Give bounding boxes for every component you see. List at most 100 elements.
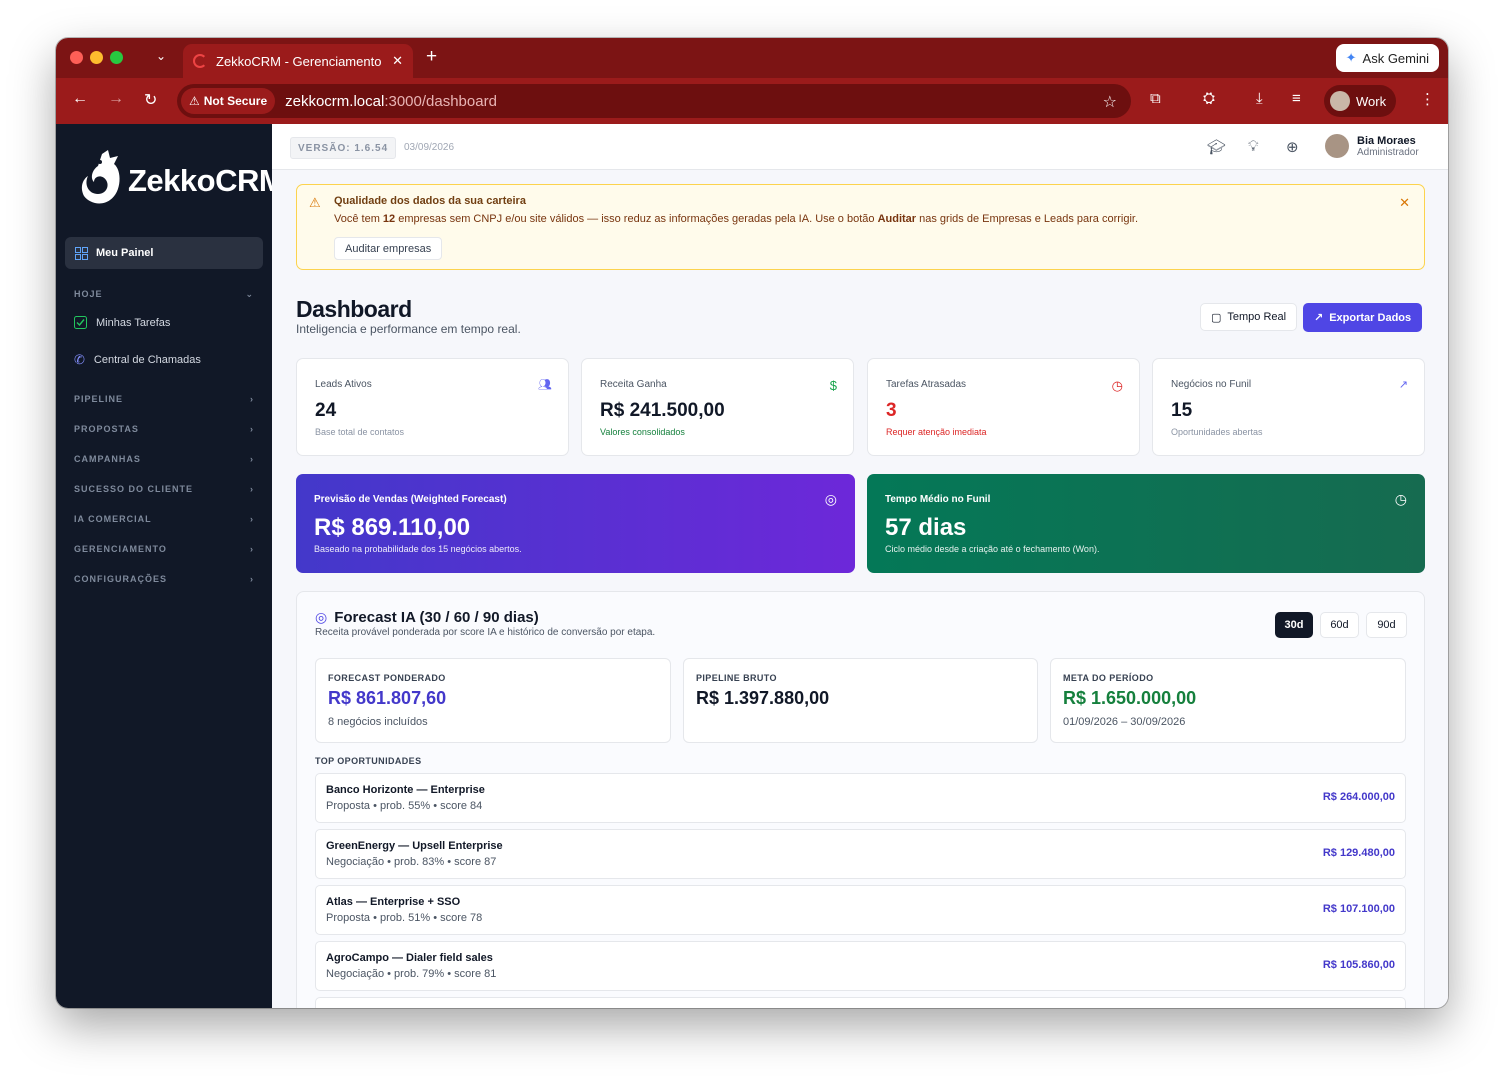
metric-label: PIPELINE BRUTO xyxy=(696,673,777,683)
section-label: GERENCIAMENTO xyxy=(74,544,167,554)
period-tab-90d[interactable]: 90d xyxy=(1366,612,1407,638)
export-data-button[interactable]: ↗ Exportar Dados xyxy=(1303,303,1423,332)
list-item[interactable] xyxy=(315,997,1406,1008)
new-tab-button[interactable]: + xyxy=(426,46,437,68)
opportunity-value: R$ 107.100,00 xyxy=(1322,903,1395,915)
forward-button[interactable]: → xyxy=(108,90,124,108)
list-item[interactable]: Atlas — Enterprise + SSO Proposta • prob… xyxy=(315,885,1406,935)
app-topbar: VERSÃO: 1.6.54 03/09/2026 🎓︎ 💡︎ ⊕ Bia Mo… xyxy=(272,124,1448,170)
sidebar-section-gerenciamento[interactable]: GERENCIAMENTO › xyxy=(74,544,254,554)
period-tab-30d[interactable]: 30d xyxy=(1275,612,1313,638)
opportunity-title: GreenEnergy — Upsell Enterprise xyxy=(326,840,503,852)
help-lifebuoy-icon[interactable]: ⊕ xyxy=(1286,138,1299,156)
metric-sub: 8 negócios incluídos xyxy=(328,716,428,728)
logo-text: ZekkoCRM xyxy=(128,163,285,198)
not-secure-label: Not Secure xyxy=(203,94,268,108)
kpi-value: 3 xyxy=(886,400,897,421)
card-value: 57 dias xyxy=(885,514,967,541)
kpi-sub: Requer atenção imediata xyxy=(886,427,987,437)
bookmark-star-icon[interactable]: ☆ xyxy=(1103,92,1117,112)
sidebar-item-minhas-tarefas[interactable]: Minhas Tarefas xyxy=(74,316,170,329)
url-path: :3000/dashboard xyxy=(384,92,497,110)
alert-text: empresas sem CNPJ e/ou site válidos — is… xyxy=(395,213,878,225)
opportunity-detail: Proposta • prob. 55% • score 84 xyxy=(326,800,483,812)
academy-icon[interactable]: 🎓︎ xyxy=(1207,138,1226,156)
list-item[interactable]: GreenEnergy — Upsell Enterprise Negociaç… xyxy=(315,829,1406,879)
tab-search-icon[interactable]: ⌄ xyxy=(156,49,166,63)
metric-meta-periodo: META DO PERÍODO R$ 1.650.000,00 01/09/20… xyxy=(1050,658,1406,743)
alert-title: Qualidade dos dados da sua carteira xyxy=(334,195,526,207)
lightbulb-icon[interactable]: 💡︎ xyxy=(1248,138,1259,155)
sidebar-item-meu-painel[interactable]: Meu Painel xyxy=(65,237,263,269)
back-button[interactable]: ← xyxy=(72,90,88,108)
metric-forecast-ponderado: FORECAST PONDERADO R$ 861.807,60 8 negóc… xyxy=(315,658,671,743)
kpi-card-leads: Leads Ativos 24 Base total de contatos 👥… xyxy=(296,358,569,456)
phone-icon: ✆ xyxy=(74,352,85,367)
sidebar-section-configuracoes[interactable]: CONFIGURAÇÕES › xyxy=(74,574,254,584)
section-label: HOJE xyxy=(74,289,103,299)
main-content: VERSÃO: 1.6.54 03/09/2026 🎓︎ 💡︎ ⊕ Bia Mo… xyxy=(272,124,1448,1008)
logo-icon xyxy=(81,150,120,204)
metric-value: R$ 1.397.880,00 xyxy=(696,688,830,708)
clock-icon: ◷ xyxy=(1394,491,1407,507)
kpi-card-funnel: Negócios no Funil 15 Oportunidades abert… xyxy=(1152,358,1425,456)
card-label: Previsão de Vendas (Weighted Forecast) xyxy=(314,494,507,505)
kpi-value: R$ 241.500,00 xyxy=(600,400,725,421)
sidebar-section-sucesso-do-cliente[interactable]: SUCESSO DO CLIENTE › xyxy=(74,484,254,494)
dollar-icon: $ xyxy=(829,378,837,393)
profile-avatar xyxy=(1330,91,1350,111)
target-icon: ◎ xyxy=(824,491,837,507)
kpi-label: Leads Ativos xyxy=(315,379,372,390)
profile-button[interactable]: Work xyxy=(1324,85,1397,117)
opportunity-detail: Proposta • prob. 51% • score 78 xyxy=(326,912,483,924)
card-sub: Ciclo médio desde a criação até o fecham… xyxy=(885,544,1100,554)
media-queue-icon[interactable]: ≡ xyxy=(1292,90,1301,107)
alert-count: 12 xyxy=(382,213,396,225)
close-alert-icon[interactable]: ✕ xyxy=(1399,195,1410,211)
list-item[interactable]: Banco Horizonte — Enterprise Proposta • … xyxy=(315,773,1406,823)
sidebar-item-central-de-chamadas[interactable]: ✆ Central de Chamadas xyxy=(74,352,201,368)
browser-menu-icon[interactable]: ⋮ xyxy=(1420,90,1435,108)
alert-text: Você tem xyxy=(334,213,383,225)
ask-gemini-button[interactable]: ✦ Ask Gemini xyxy=(1335,44,1439,72)
sidebar-section-hoje[interactable]: HOJE ⌄ xyxy=(74,289,254,300)
omnibox[interactable]: ⚠ Not Secure zekkocrm.local:3000/dashboa… xyxy=(177,84,1131,118)
alert-bold: Auditar xyxy=(877,213,917,225)
browser-tab[interactable]: ZekkoCRM - Gerenciamento I ✕ xyxy=(183,44,413,78)
sidebar-section-pipeline[interactable]: PIPELINE › xyxy=(74,394,254,404)
sidebar-item-label: Minhas Tarefas xyxy=(96,316,171,329)
list-item[interactable]: AgroCampo — Dialer field sales Negociaçã… xyxy=(315,941,1406,991)
sidebar-section-ia-comercial[interactable]: IA COMERCIAL › xyxy=(74,514,254,524)
trend-up-icon: ↗ xyxy=(1398,379,1408,391)
realtime-button[interactable]: ▢ Tempo Real xyxy=(1200,303,1298,331)
maximize-window-button[interactable] xyxy=(110,51,123,64)
period-tab-60d[interactable]: 60d xyxy=(1320,612,1359,638)
not-secure-badge[interactable]: ⚠ Not Secure xyxy=(181,88,276,114)
extensions-icon[interactable]: ⧉ xyxy=(1150,90,1161,107)
forecast-ia-title: ◎ Forecast IA (30 / 60 / 90 dias) xyxy=(315,609,539,626)
opportunity-detail: Negociação • prob. 83% • score 87 xyxy=(326,856,497,868)
section-label: CAMPANHAS xyxy=(74,454,141,464)
warning-icon: ⚠ xyxy=(189,94,200,108)
sidebar-section-campanhas[interactable]: CAMPANHAS › xyxy=(74,454,254,464)
opportunity-title: Atlas — Enterprise + SSO xyxy=(326,896,461,908)
metric-value: R$ 1.650.000,00 xyxy=(1063,688,1197,708)
user-menu[interactable]: Bia Moraes Administrador xyxy=(1325,134,1419,158)
chevron-right-icon: › xyxy=(250,574,254,584)
sidebar-section-propostas[interactable]: PROPOSTAS › xyxy=(74,424,254,434)
version-badge: VERSÃO: 1.6.54 xyxy=(290,137,397,159)
alert-message: Você tem 12 empresas sem CNPJ e/ou site … xyxy=(334,213,1138,225)
chevron-right-icon: › xyxy=(250,424,254,434)
download-icon[interactable]: ⤓ xyxy=(1256,90,1263,107)
weighted-forecast-card: Previsão de Vendas (Weighted Forecast) R… xyxy=(296,474,855,573)
minimize-window-button[interactable] xyxy=(90,51,103,64)
chevron-right-icon: › xyxy=(250,394,254,404)
close-window-button[interactable] xyxy=(70,51,83,64)
reload-button[interactable]: ↻ xyxy=(144,90,157,110)
audit-companies-button[interactable]: Auditar empresas xyxy=(334,237,443,260)
close-tab-icon[interactable]: ✕ xyxy=(392,53,403,69)
section-label: IA COMERCIAL xyxy=(74,514,152,524)
logo[interactable]: ZekkoCRM xyxy=(80,148,285,214)
url-text[interactable]: zekkocrm.local:3000/dashboard xyxy=(285,93,497,110)
incognito-icon[interactable]: ⛭ xyxy=(1203,90,1215,107)
